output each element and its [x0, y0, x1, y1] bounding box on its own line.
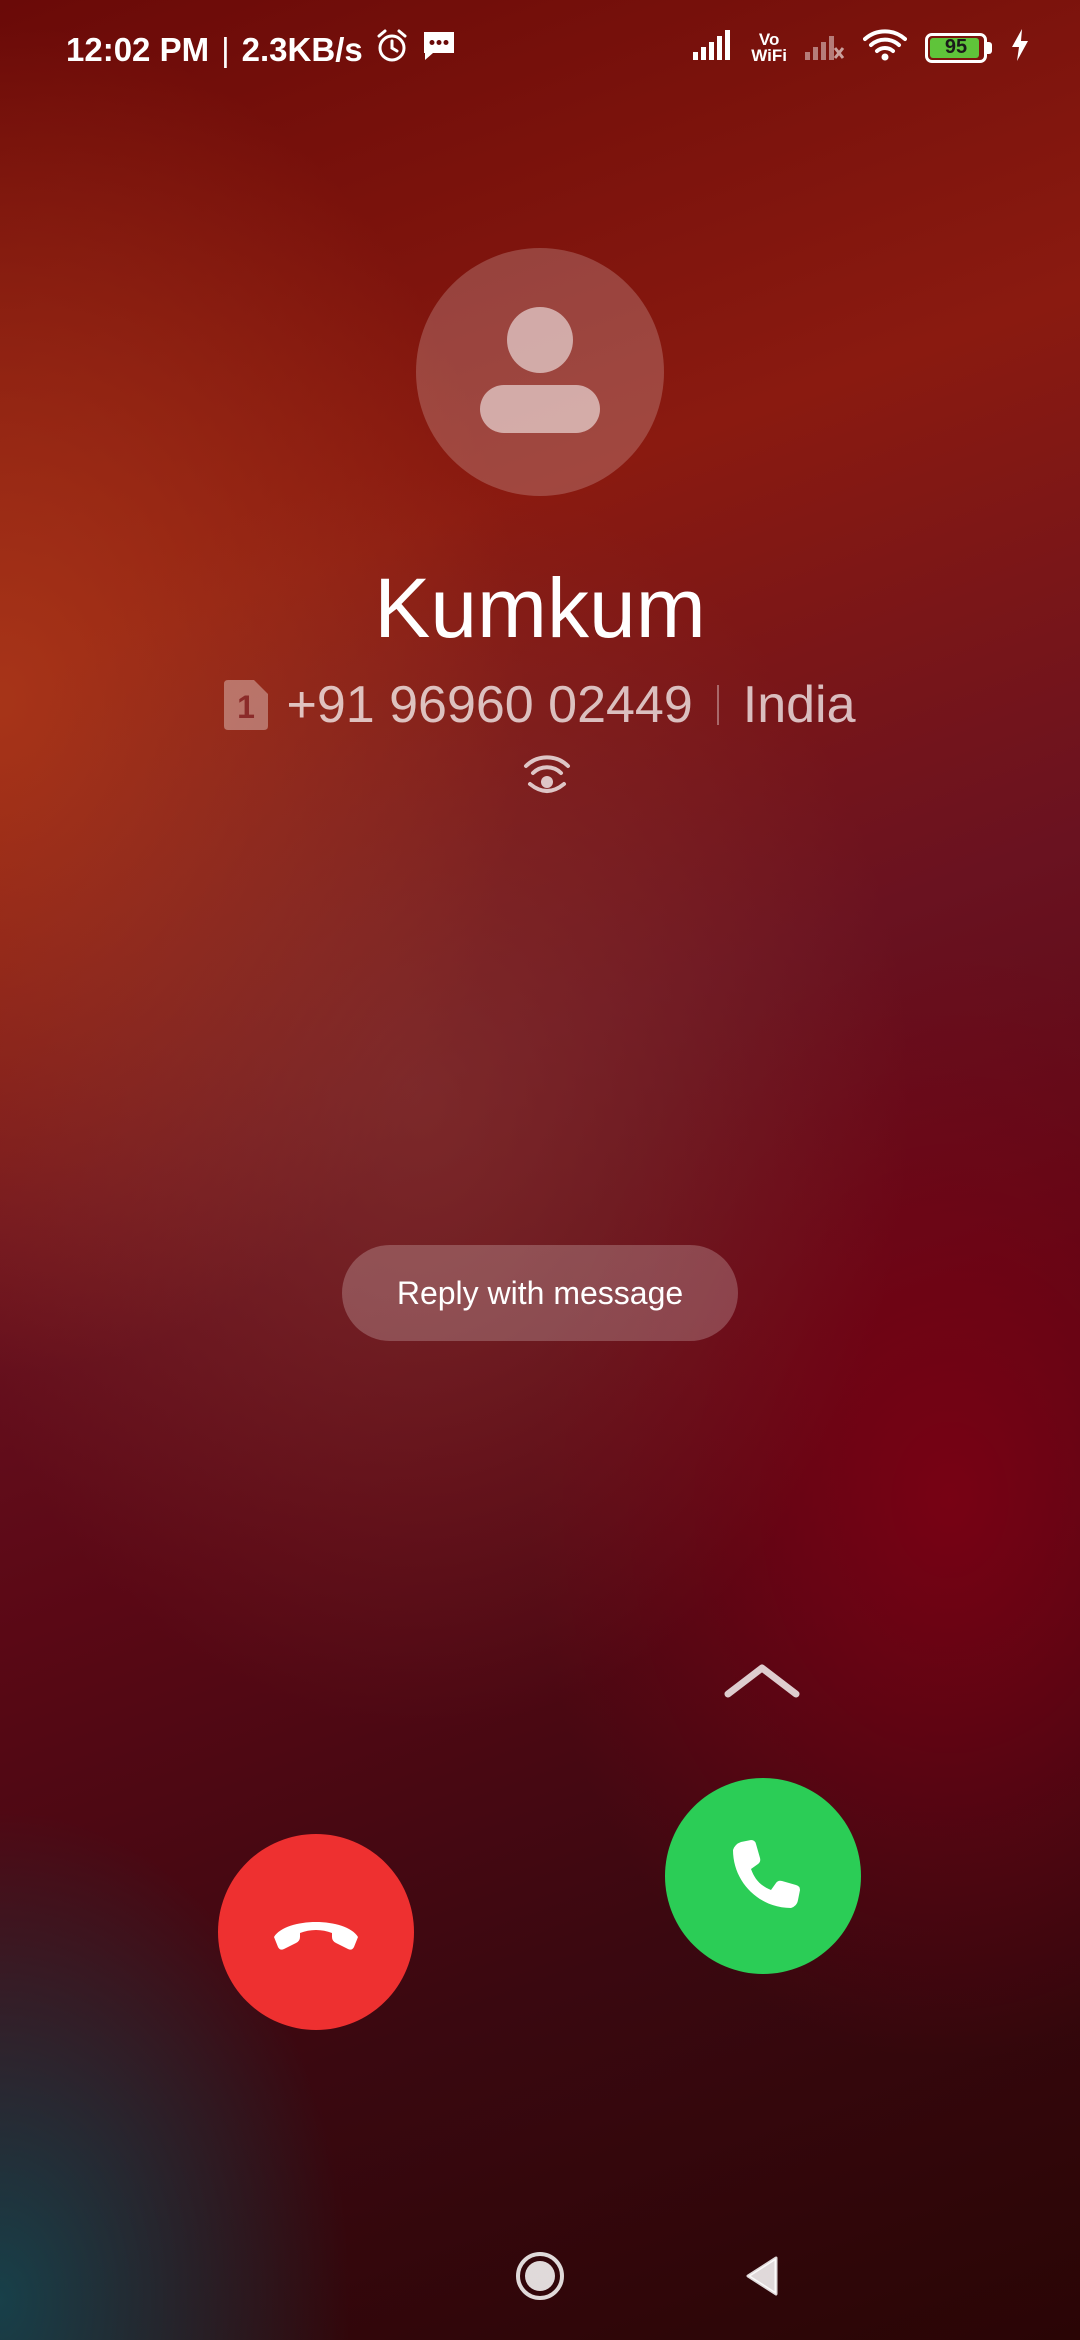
wifi-icon [863, 28, 907, 67]
charging-icon [1010, 29, 1030, 66]
phone-icon [733, 1840, 800, 1908]
info-divider [716, 685, 719, 725]
alarm-icon [375, 28, 409, 72]
vowifi-bottom: WiFi [751, 45, 787, 65]
sim-icon: 1 [224, 680, 269, 730]
incoming-call-screen: 12:02 PM | 2.3KB/s Vo WiFi 95 Kumkum 1 +… [0, 0, 1080, 2340]
caller-info: 1 +91 96960 02449 India [0, 675, 1080, 735]
back-icon[interactable] [740, 2254, 784, 2298]
person-icon [480, 307, 600, 433]
signal-no-service-icon [805, 30, 845, 65]
vowifi-icon: Vo WiFi [751, 31, 787, 65]
battery-body: 95 [925, 32, 987, 63]
battery-icon: 95 [925, 32, 992, 63]
status-bar: 12:02 PM | 2.3KB/s Vo WiFi 95 [0, 0, 1080, 100]
signal-icon [693, 30, 733, 65]
end-call-icon [274, 1922, 358, 1950]
answer-call-button[interactable] [665, 1778, 861, 1974]
home-icon[interactable] [514, 2250, 566, 2302]
status-net-speed: 2.3KB/s [241, 31, 363, 68]
caller-avatar [416, 248, 664, 496]
caller-location: India [742, 676, 856, 734]
status-time: 12:02 PM [66, 31, 210, 68]
status-right: Vo WiFi 95 [693, 28, 1030, 67]
status-separator: | [221, 31, 230, 68]
decline-call-button[interactable] [218, 1834, 414, 2030]
chevron-up-icon [722, 1660, 802, 1702]
caller-number: +91 96960 02449 [286, 676, 693, 734]
battery-tip [987, 41, 992, 54]
message-icon [421, 29, 457, 71]
sim-slot: 1 [238, 689, 256, 725]
reply-with-message-button[interactable]: Reply with message [342, 1245, 738, 1341]
caller-name: Kumkum [374, 561, 706, 655]
wifi-calling-icon [522, 752, 572, 794]
status-left: 12:02 PM | 2.3KB/s [66, 28, 457, 72]
battery-level: 95 [944, 36, 968, 58]
